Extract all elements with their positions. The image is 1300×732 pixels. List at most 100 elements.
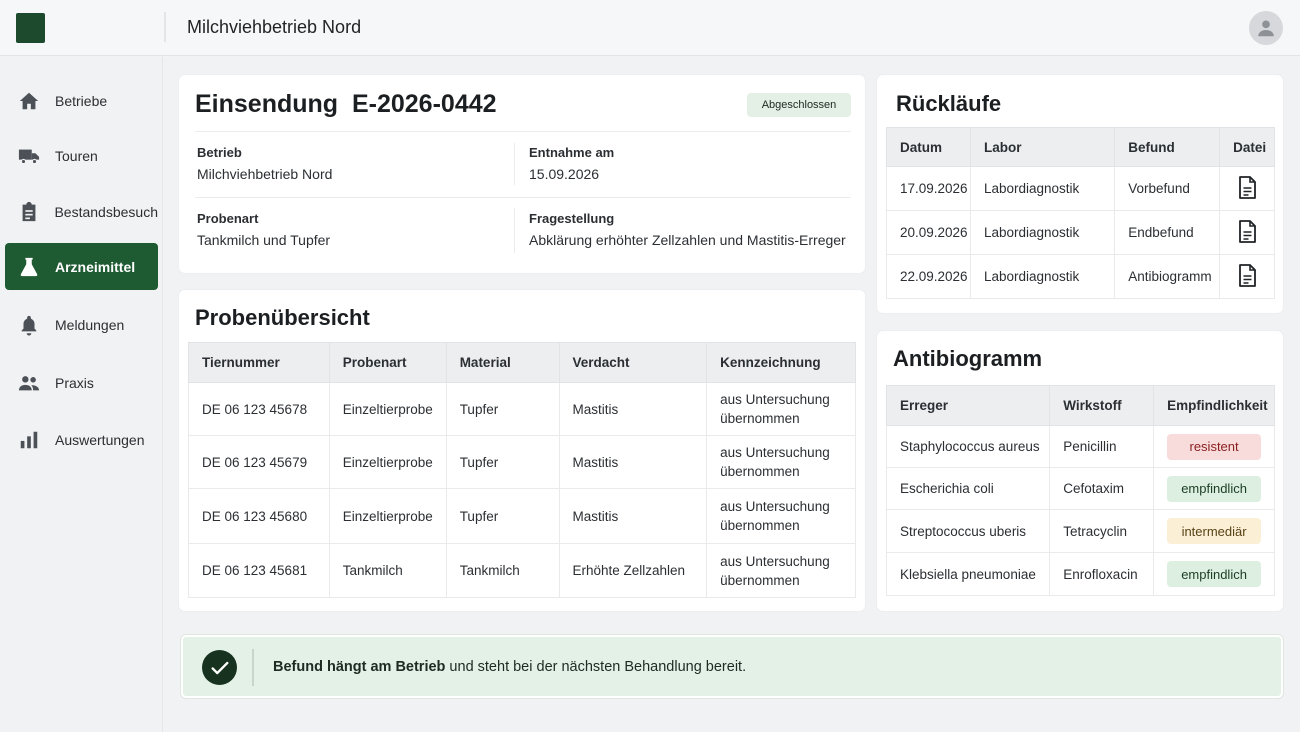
cell-datum: 17.09.2026 (886, 166, 971, 211)
table-row[interactable]: Klebsiella pneumoniae Enrofloxacin empfi… (885, 552, 1275, 596)
entnahme-label: Entnahme am (529, 145, 615, 160)
cell-wirkstoff: Penicillin (1049, 425, 1155, 468)
cell-tiernummer: DE 06 123 45678 (188, 382, 330, 436)
cell-datum: 22.09.2026 (886, 254, 971, 299)
divider (514, 208, 515, 253)
sidebar-item-praxis[interactable]: Praxis (5, 359, 158, 406)
cell-befund: Endbefund (1114, 210, 1221, 255)
table-row[interactable]: DE 06 123 45678 Einzeltierprobe Tupfer M… (188, 382, 856, 436)
banner-message-bold: Befund hängt am Betrieb (273, 659, 446, 675)
cell-material: Tupfer (445, 382, 560, 436)
people-icon (17, 371, 41, 395)
table-row[interactable]: 22.09.2026 Labordiagnostik Antibiogramm (886, 254, 1275, 299)
cell-labor: Labordiagnostik (969, 210, 1116, 255)
table-row[interactable]: Staphylococcus aureus Penicillin resiste… (885, 425, 1275, 468)
cell-erreger: Streptococcus uberis (885, 509, 1051, 553)
cell-probenart: Einzeltierprobe (328, 382, 447, 436)
sidebar-item-label: Bestandsbesuch (54, 203, 158, 220)
sidebar-item-touren[interactable]: Touren (5, 132, 158, 179)
cell-tiernummer: DE 06 123 45681 (188, 543, 330, 598)
cell-probenart: Einzeltierprobe (328, 488, 447, 544)
sensitivity-badge: resistent (1167, 433, 1262, 460)
column-header[interactable]: Verdacht (558, 342, 708, 383)
sidebar-item-label: Meldungen (55, 316, 125, 333)
column-header[interactable]: Kennzeichnung (706, 342, 856, 383)
check-icon (202, 650, 237, 685)
divider (195, 197, 851, 198)
table-row[interactable]: Escherichia coli Cefotaxim empfindlich (885, 467, 1275, 510)
cell-kennzeichnung: aus Untersuchung übernommen (706, 543, 856, 598)
sidebar-item-label: Praxis (55, 374, 94, 391)
cell-material: Tupfer (445, 488, 560, 544)
status-badge: Abgeschlossen (747, 93, 851, 117)
banner-message: Befund hängt am Betrieb und steht bei de… (273, 659, 746, 675)
cell-datei (1219, 166, 1275, 211)
app-logo[interactable] (16, 13, 45, 43)
document-icon[interactable] (1238, 219, 1257, 246)
cell-material: Tupfer (445, 435, 560, 489)
table-row[interactable]: 17.09.2026 Labordiagnostik Vorbefund (886, 166, 1275, 211)
fragestellung-label: Fragestellung (529, 211, 615, 226)
cell-probenart: Einzeltierprobe (328, 435, 447, 489)
column-header[interactable]: Labor (969, 127, 1116, 167)
cell-verdacht: Mastitis (558, 382, 708, 436)
column-header[interactable]: Tiernummer (188, 342, 330, 383)
sidebar-item-bestandsbesuch[interactable]: Bestandsbesuch (5, 188, 158, 235)
returns-table: Datum Labor Befund Datei 17.09.2026 Labo… (886, 127, 1275, 299)
column-header[interactable]: Probenart (328, 342, 447, 383)
fragestellung-value: Abklärung erhöhter Zellzahlen und Mastit… (529, 232, 846, 248)
column-header[interactable]: Empfindlichkeit (1153, 385, 1275, 426)
column-header[interactable]: Wirkstoff (1049, 385, 1155, 426)
column-header[interactable]: Datum (886, 127, 971, 167)
table-row[interactable]: DE 06 123 45679 Einzeltierprobe Tupfer M… (188, 435, 856, 489)
banner-divider (252, 649, 254, 686)
divider (195, 131, 851, 132)
user-avatar-icon[interactable] (1249, 11, 1283, 45)
bell-icon (17, 313, 41, 337)
cell-kennzeichnung: aus Untersuchung übernommen (706, 435, 856, 489)
document-icon[interactable] (1238, 175, 1257, 202)
cell-probenart: Tankmilch (328, 543, 447, 598)
banner-message-rest: und steht bei der nächsten Behandlung be… (445, 659, 747, 675)
sidebar: Betriebe Touren Bestandsbesuch Arzneimit… (0, 57, 163, 732)
cell-befund: Vorbefund (1114, 166, 1221, 211)
sidebar-item-meldungen[interactable]: Meldungen (5, 301, 158, 348)
sensitivity-badge: empfindlich (1167, 475, 1262, 502)
table-row[interactable]: DE 06 123 45681 Tankmilch Tankmilch Erhö… (188, 543, 856, 598)
antibiogram-title: Antibiogramm (893, 346, 1043, 371)
column-header[interactable]: Material (445, 342, 560, 383)
submission-title: Einsendung E-2026-0442 (195, 90, 497, 119)
sensitivity-badge: intermediär (1167, 518, 1262, 544)
column-header[interactable]: Erreger (885, 385, 1051, 426)
cell-erreger: Escherichia coli (885, 467, 1051, 510)
success-banner: Befund hängt am Betrieb und steht bei de… (181, 635, 1283, 698)
cell-verdacht: Erhöhte Zellzahlen (558, 543, 708, 598)
cell-empfindlichkeit: empfindlich (1153, 467, 1275, 510)
table-row[interactable]: 20.09.2026 Labordiagnostik Endbefund (886, 210, 1275, 255)
bar-chart-icon (17, 428, 41, 452)
probenart-label: Probenart (197, 211, 259, 226)
cell-empfindlichkeit: resistent (1153, 425, 1275, 468)
table-header-row: Tiernummer Probenart Material Verdacht K… (188, 342, 856, 383)
submission-title-label: Einsendung (195, 90, 339, 118)
cell-befund: Antibiogramm (1114, 254, 1221, 299)
samples-table: Tiernummer Probenart Material Verdacht K… (188, 342, 856, 598)
column-header[interactable]: Befund (1114, 127, 1221, 167)
table-row[interactable]: Streptococcus uberis Tetracyclin interme… (885, 509, 1275, 553)
cell-datei (1219, 210, 1275, 255)
submission-id: E-2026-0442 (351, 90, 497, 118)
column-header[interactable]: Datei (1219, 127, 1275, 167)
sidebar-item-betriebe[interactable]: Betriebe (5, 77, 158, 124)
cell-verdacht: Mastitis (558, 488, 708, 544)
flask-icon (17, 255, 41, 279)
sidebar-item-auswertungen[interactable]: Auswertungen (5, 416, 158, 463)
sidebar-item-arzneimittel[interactable]: Arzneimittel (5, 243, 158, 290)
document-icon[interactable] (1238, 263, 1257, 290)
table-row[interactable]: DE 06 123 45680 Einzeltierprobe Tupfer M… (188, 488, 856, 544)
sensitivity-badge: empfindlich (1167, 561, 1262, 587)
home-icon (17, 89, 41, 113)
cell-kennzeichnung: aus Untersuchung übernommen (706, 382, 856, 436)
clipboard-icon (17, 200, 40, 224)
cell-empfindlichkeit: empfindlich (1153, 552, 1275, 596)
cell-labor: Labordiagnostik (969, 254, 1116, 299)
